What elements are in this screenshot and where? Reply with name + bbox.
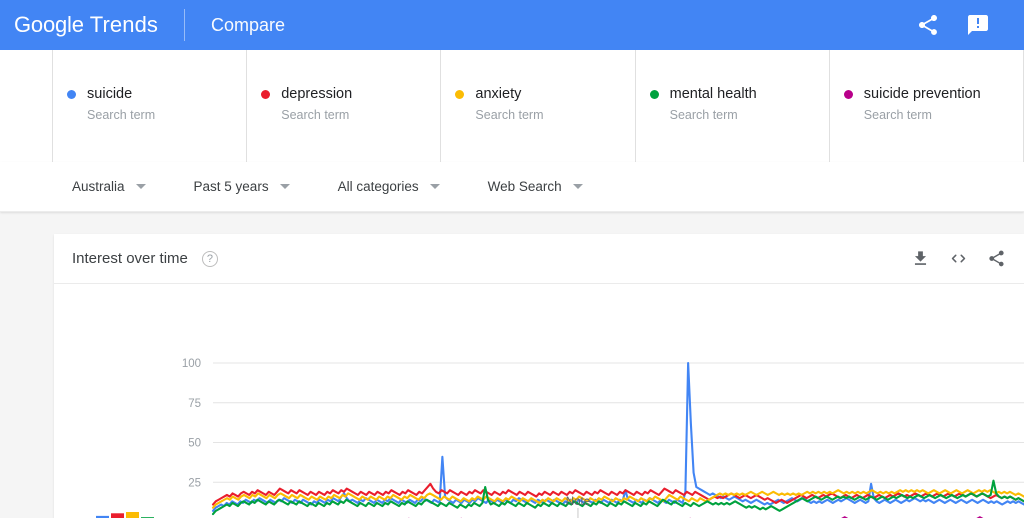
term-card-depression[interactable]: depression Search term [247,50,442,162]
series-line-suicide [211,361,1024,512]
series-color-dot [67,89,77,99]
search-terms-row: suicide Search term depression Search te… [0,50,1024,162]
term-subtitle: Search term [863,108,932,122]
page-title: Interest over time [72,250,188,267]
filter-search-type-label: Web Search [487,179,562,194]
average-bar [111,513,124,518]
term-subtitle: Search term [87,108,156,122]
interest-over-time-chart[interactable]: 25507510022 Dec 201313 Sep 20154 Jun 201… [54,284,1024,518]
term-card-anxiety[interactable]: anxiety Search term [441,50,636,162]
term-card-partial [0,50,54,162]
filter-location[interactable]: Australia [72,179,146,194]
term-subtitle: Search term [475,108,544,122]
google-wordmark: Google [14,12,84,37]
interest-over-time-card: Interest over time ? 25 50 75 100 Note [54,234,1024,518]
chevron-down-icon [135,184,146,189]
note-annotation-label: Note [566,496,590,508]
term-card-suicide-prevention[interactable]: suicide prevention Search term [829,50,1024,162]
filter-time-range[interactable]: Past 5 years [194,179,290,194]
term-label: depression [281,86,353,102]
term-label: anxiety [475,86,522,102]
card-header: Interest over time ? [54,234,1024,284]
term-subtitle: Search term [669,108,738,122]
chevron-down-icon [429,184,440,189]
y-axis-tick-label: 100 [182,358,201,370]
average-legend[interactable]: Average [70,502,180,518]
filter-bar: Australia Past 5 years All categories We… [0,162,1024,212]
brand-logo[interactable]: Google Trends [14,12,158,38]
filter-time-range-label: Past 5 years [193,179,269,194]
share-icon[interactable] [987,249,1006,268]
series-color-dot [843,89,853,99]
share-icon[interactable] [916,13,940,37]
chevron-down-icon [279,184,290,189]
nav-compare[interactable]: Compare [211,15,285,36]
y-axis-tick-label: 25 [188,477,201,489]
filter-location-label: Australia [72,179,125,194]
term-card-suicide[interactable]: suicide Search term [53,50,248,162]
y-axis-tick-label: 75 [188,398,201,410]
card-actions [911,249,1006,268]
term-card-mental-health[interactable]: mental health Search term [635,50,830,162]
embed-icon[interactable] [949,249,968,268]
term-head: suicide prevention [843,86,1023,102]
google-trends-page: Google Trends Compare suicide Search ter… [0,0,1024,518]
download-icon[interactable] [911,249,930,268]
term-subtitle: Search term [281,108,350,122]
chart-area: 25507510022 Dec 201313 Sep 20154 Jun 201… [54,284,1024,518]
average-bar [126,512,139,518]
term-head: mental health [649,86,829,102]
series-color-dot [261,89,271,99]
term-head: depression [261,86,440,102]
header-divider [184,9,186,41]
trends-wordmark: Trends [89,12,159,37]
series-line-mental-health [211,479,1024,516]
series-color-dot [455,89,465,99]
header-actions [916,13,990,37]
term-label: suicide [87,86,133,102]
term-head: anxiety [455,86,634,102]
filter-category-label: All categories [337,179,419,194]
term-head: suicide [67,86,246,102]
average-bars-icon [96,512,154,518]
help-icon[interactable]: ? [201,250,218,267]
filter-category[interactable]: All categories [338,179,440,194]
app-header: Google Trends Compare [0,0,1024,50]
term-label: mental health [669,86,757,102]
filter-search-type[interactable]: Web Search [488,179,583,194]
series-color-dot [649,89,659,99]
term-label: suicide prevention [863,86,981,102]
y-axis-tick-label: 50 [188,438,201,450]
chevron-down-icon [572,184,583,189]
feedback-icon[interactable] [966,13,990,37]
